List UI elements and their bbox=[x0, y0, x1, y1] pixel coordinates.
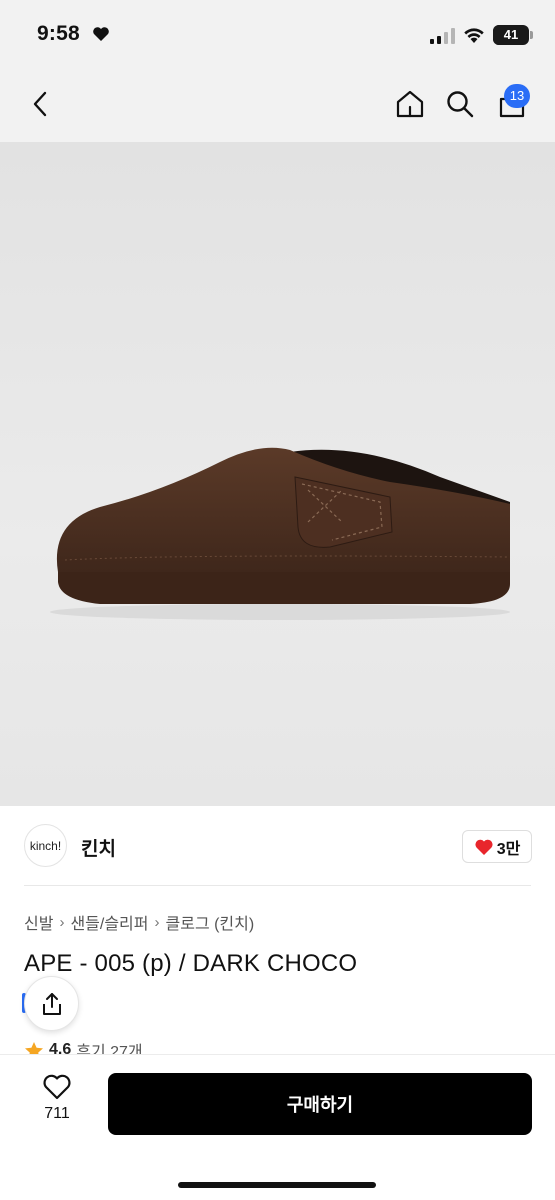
brand-logo[interactable]: kinch! bbox=[24, 824, 67, 867]
home-icon bbox=[396, 90, 424, 118]
brand-row: kinch! 킨치 3만 bbox=[0, 806, 555, 886]
status-time: 9:58 bbox=[37, 22, 80, 45]
battery-text: 41 bbox=[503, 27, 519, 42]
search-icon bbox=[447, 91, 474, 118]
home-indicator bbox=[178, 1182, 376, 1188]
chevron-left-icon bbox=[33, 91, 47, 117]
search-button[interactable] bbox=[438, 66, 482, 142]
divider bbox=[24, 885, 531, 886]
breadcrumb: 신발 › 샌들/슬리퍼 › 클로그 (킨치) bbox=[24, 910, 254, 934]
battery-cap bbox=[530, 31, 533, 39]
status-bar: 9:58 41 bbox=[0, 0, 555, 66]
wish-button[interactable]: 711 bbox=[30, 1073, 84, 1137]
breadcrumb-item-sandals[interactable]: 샌들/슬리퍼 bbox=[70, 910, 148, 934]
product-title: APE - 005 (p) / DARK CHOCO bbox=[24, 950, 358, 977]
cart-count-badge: 13 bbox=[504, 84, 530, 108]
heart-status-icon bbox=[93, 27, 109, 41]
buy-button[interactable]: 구매하기 bbox=[108, 1073, 532, 1135]
heart-filled-icon bbox=[475, 839, 493, 855]
brand-like-count: 3만 bbox=[496, 840, 521, 858]
heart-outline-icon bbox=[43, 1074, 71, 1100]
wifi-icon bbox=[464, 28, 484, 43]
wish-count: 711 bbox=[44, 1105, 70, 1122]
breadcrumb-item-shoes[interactable]: 신발 bbox=[24, 910, 53, 934]
breadcrumb-item-clogs[interactable]: 클로그 (킨치) bbox=[166, 910, 255, 934]
shoe-image bbox=[50, 447, 511, 620]
chevron-right-icon: › bbox=[154, 913, 160, 931]
home-button[interactable] bbox=[388, 66, 432, 142]
battery-icon: 41 bbox=[493, 25, 529, 45]
back-button[interactable] bbox=[18, 66, 62, 142]
chevron-right-icon: › bbox=[59, 913, 65, 931]
share-button[interactable] bbox=[24, 976, 79, 1031]
brand-like-button[interactable]: 3만 bbox=[462, 830, 532, 863]
brand-name[interactable]: 킨치 bbox=[81, 834, 116, 861]
share-icon bbox=[42, 992, 61, 1015]
cellular-signal-icon bbox=[430, 28, 455, 44]
bottom-bar: 711 구매하기 bbox=[0, 1054, 555, 1200]
product-image[interactable]: 1 / 5 bbox=[0, 142, 555, 806]
top-nav bbox=[0, 66, 555, 142]
